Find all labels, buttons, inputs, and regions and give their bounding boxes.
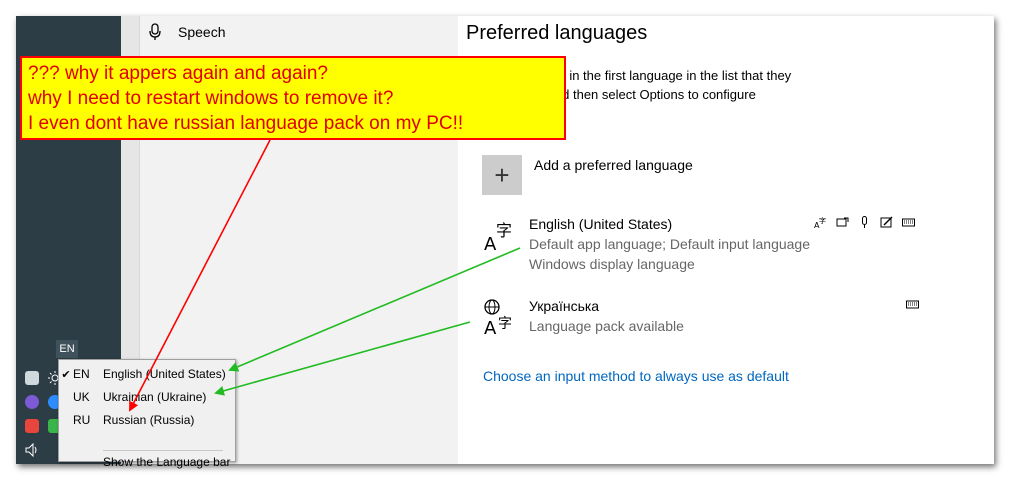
viber-icon[interactable] [25, 395, 39, 409]
language-name: Українська [529, 298, 600, 314]
language-features [906, 298, 919, 311]
plus-icon: + [482, 155, 522, 195]
speech-recognition-icon [862, 216, 867, 228]
menu-item-name: English (United States) [103, 367, 226, 381]
language-indicator[interactable]: EN [56, 340, 78, 358]
display-language-icon: A 字 [814, 216, 826, 229]
nav-item-speech-label: Speech [178, 24, 226, 40]
language-menu: ✔ EN English (United States) UK Ukrainia… [58, 359, 236, 469]
language-features: A 字 [814, 216, 915, 229]
page-title: Preferred languages [466, 22, 648, 44]
menu-item-name: Russian (Russia) [103, 413, 195, 427]
language-status: Windows display language [529, 256, 695, 272]
tray-app-icon[interactable] [25, 371, 39, 385]
menu-item-name: Ukrainian (Ukraine) [103, 390, 207, 404]
svg-text:字: 字 [498, 316, 512, 332]
handwriting-icon [880, 216, 893, 228]
input-method-link[interactable]: Choose an input method to always use as … [483, 368, 789, 384]
microphone-icon [149, 23, 161, 40]
language-status: Language pack available [529, 318, 684, 334]
keyboard-icon [906, 300, 919, 309]
annotation-line: why I need to restart windows to remove … [28, 88, 394, 109]
show-language-bar-item[interactable]: Show the Language bar [103, 455, 230, 469]
annotation-line: ??? why it appers again and again? [28, 63, 329, 84]
speaker-icon[interactable] [25, 442, 39, 458]
language-icon: A 字 [484, 221, 512, 255]
annotation-callout: ??? why it appers again and again? why I… [20, 56, 566, 140]
add-language-button[interactable]: + Add a preferred language [482, 155, 693, 195]
menu-item-russian[interactable]: RU Russian (Russia) [59, 409, 235, 431]
menu-item-ukrainian[interactable]: UK Ukrainian (Ukraine) [59, 386, 235, 408]
text-to-speech-icon [836, 217, 849, 227]
menu-item-english[interactable]: ✔ EN English (United States) [59, 363, 235, 385]
menu-item-code: UK [73, 390, 90, 404]
svg-text:字: 字 [819, 216, 826, 225]
svg-text:字: 字 [496, 221, 512, 240]
language-status: Default app language; Default input lang… [529, 236, 810, 252]
menu-item-code: EN [73, 367, 90, 381]
nav-item-speech[interactable]: Speech [148, 20, 225, 44]
add-language-label: Add a preferred language [534, 157, 693, 173]
menu-item-code: RU [73, 413, 91, 427]
language-item-english[interactable]: A 字 English (United States) Default app … [482, 216, 922, 276]
svg-text:A: A [484, 318, 497, 338]
language-name: English (United States) [529, 216, 673, 232]
menu-separator [103, 450, 223, 451]
annotation-line: I even dont have russian language pack o… [28, 113, 464, 134]
check-icon: ✔ [61, 368, 71, 381]
language-pack-icon: A 字 [484, 299, 512, 338]
tray-red-app-icon[interactable] [25, 419, 39, 433]
language-item-ukrainian[interactable]: A 字 Українська Language pack available [482, 298, 922, 342]
keyboard-icon [902, 218, 915, 227]
